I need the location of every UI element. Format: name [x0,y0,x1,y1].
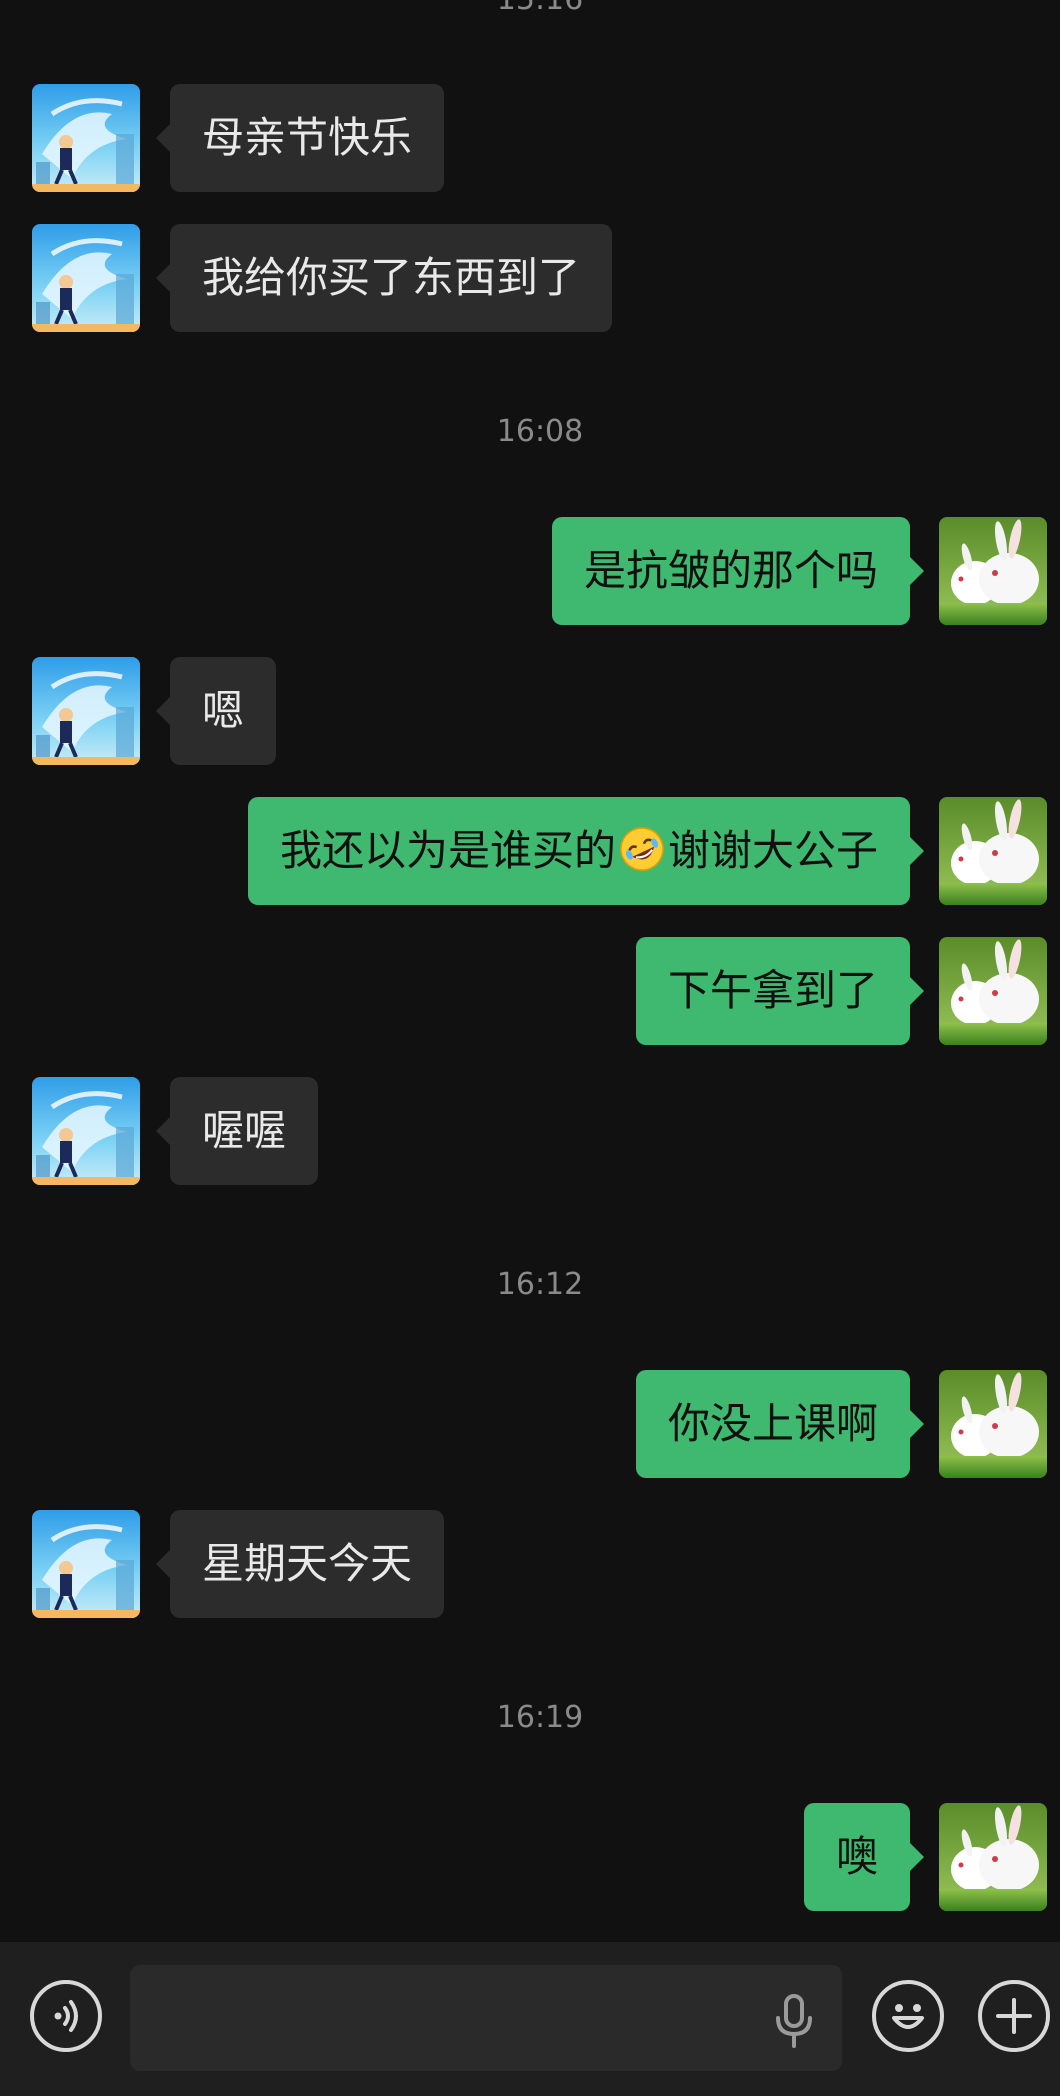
emoji-face-icon [892,2004,924,2029]
contact-avatar[interactable] [32,1510,140,1618]
message-bubble-incoming[interactable]: 嗯 [155,657,277,765]
voice-input-button[interactable] [30,1980,102,2052]
my-avatar[interactable] [939,517,1047,625]
rolling-on-floor-laughing-emoji-icon [620,827,664,871]
message-bubble-outgoing[interactable]: 我还以为是谁买的 谢谢大公子 [247,797,925,905]
my-avatar[interactable] [939,937,1047,1045]
message-text: 我还以为是谁买的 [279,826,616,875]
timestamp: 16:12 [496,1267,584,1302]
message-bubble-outgoing[interactable]: 你没上课啊 [635,1370,925,1478]
my-avatar[interactable] [939,797,1047,905]
microphone-icon[interactable] [770,1994,818,2050]
my-avatar[interactable] [939,1803,1047,1911]
timestamp: 15:16 [0,0,1060,17]
message-bubble-incoming[interactable]: 喔喔 [155,1077,319,1185]
message-bubble-incoming[interactable]: 我给你买了东西到了 [155,224,613,332]
message-input-bar [0,1942,1060,2096]
message-bubble-outgoing[interactable]: 噢 [803,1803,925,1911]
timestamp: 16:19 [496,1700,584,1735]
emoji-button[interactable] [872,1980,944,2052]
message-bubble-outgoing[interactable]: 是抗皱的那个吗 [551,517,925,625]
more-options-button[interactable] [978,1980,1050,2052]
message-bubble-incoming[interactable]: 星期天今天 [155,1510,445,1618]
contact-avatar[interactable] [32,1077,140,1185]
message-bubble-outgoing[interactable]: 下午拿到了 [635,937,925,1045]
contact-avatar[interactable] [32,657,140,765]
timestamp: 16:08 [496,414,584,449]
message-input[interactable] [130,1965,842,2071]
message-bubble-incoming[interactable]: 母亲节快乐 [155,84,445,192]
my-avatar[interactable] [939,1370,1047,1478]
contact-avatar[interactable] [32,224,140,332]
plus-icon [996,1998,1032,2034]
chat-message-list[interactable]: 15:16 母亲节快乐 我给你买了东西到了 16:08 [0,0,1060,1942]
voice-input-icon [54,2000,78,2032]
contact-avatar[interactable] [32,84,140,192]
message-text: 谢谢大公子 [667,826,878,875]
